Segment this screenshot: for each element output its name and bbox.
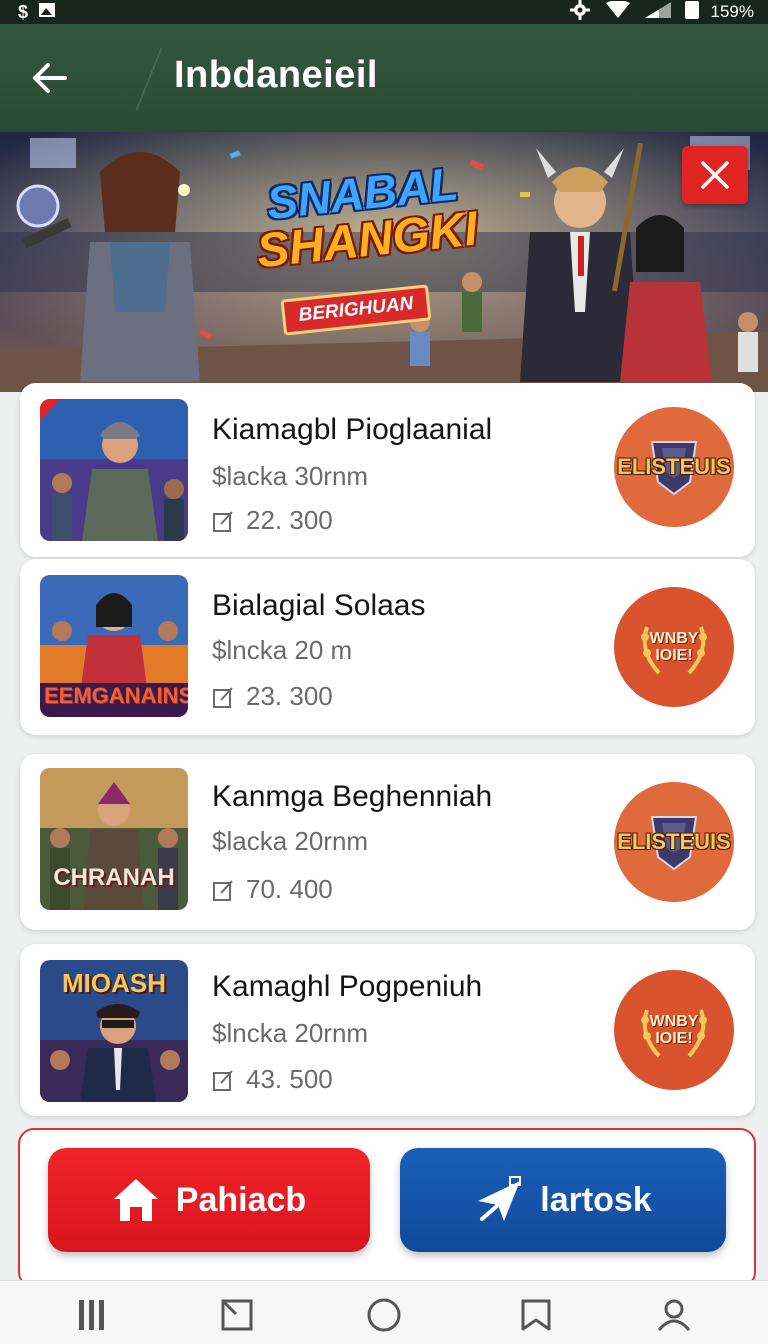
status-left: $ [18, 0, 56, 24]
bottom-nav [0, 1280, 768, 1344]
nav-profile[interactable] [652, 1293, 696, 1337]
edit-icon [213, 1069, 233, 1091]
game-card[interactable]: Kiamagbl Pioglaanial $lacka 30rnm 22. 30… [20, 383, 755, 557]
wifi-icon [605, 0, 631, 24]
game-subtitle: $lncka 20 m [212, 635, 353, 665]
home-circle-icon [367, 1298, 401, 1332]
thumb-caption: CHRANAH [53, 864, 175, 891]
status-bar: $ 159% [0, 0, 768, 24]
game-thumbnail [40, 399, 188, 541]
bookmark-icon [521, 1299, 551, 1331]
battery-text: 159% [710, 2, 754, 21]
game-subtitle: $lacka 20rnm [212, 826, 369, 856]
game-card[interactable]: MIOASH Kamaghl Pogpeniuh $lncka 20rnm 43… [20, 944, 755, 1116]
arrow-left-icon [33, 63, 67, 93]
primary-action-button[interactable]: Pahiacb [48, 1148, 370, 1252]
profile-icon [657, 1299, 691, 1331]
game-subtitle: $lacka 30rnm [212, 461, 369, 491]
close-banner-button[interactable] [682, 146, 748, 204]
menu-icon [79, 1300, 104, 1330]
secondary-action-label: lartosk [540, 1180, 652, 1219]
game-badge-text: WNBY IOIE! [649, 1013, 699, 1047]
game-count: 23. 300 [212, 681, 333, 712]
battery-icon [684, 0, 699, 24]
edit-icon [213, 510, 233, 532]
game-thumbnail: CHRANAH [40, 768, 188, 910]
game-title: Kanmga Beghenniah [212, 780, 493, 813]
game-badge: WNBY IOIE! [614, 970, 734, 1090]
square-icon [221, 1299, 253, 1331]
game-subtitle: $lncka 20rnm [212, 1018, 369, 1048]
hero-banner[interactable]: SNABAL SHANGKI BERIGHUAN [0, 132, 768, 392]
thumb-caption: MIOASH [62, 968, 166, 998]
home-icon [113, 1179, 158, 1221]
nav-home[interactable] [362, 1293, 406, 1337]
page-title: Inbdaneieil [174, 54, 378, 96]
game-count-value: 23. 300 [246, 681, 333, 711]
close-icon [701, 161, 729, 189]
primary-action-label: Pahiacb [175, 1180, 307, 1219]
status-right: 159% [567, 0, 754, 24]
settings-icon [567, 0, 593, 25]
back-button[interactable] [22, 50, 78, 106]
game-count: 70. 400 [212, 874, 333, 905]
edit-icon [213, 686, 233, 708]
game-count-value: 22. 300 [246, 505, 333, 535]
game-badge: WNBY IOIE! [614, 587, 734, 707]
game-thumbnail: EEMGANAINS [40, 575, 188, 717]
edit-icon [213, 879, 233, 901]
app-bar: Inbdaneieil [0, 24, 768, 132]
image-icon [38, 2, 56, 23]
signal-icon [643, 1, 673, 24]
game-badge: ELISTEUIS [614, 782, 734, 902]
game-title: Bialagial Solaas [212, 589, 426, 622]
game-card[interactable]: EEMGANAINS Bialagial Solaas $lncka 20 m … [20, 559, 755, 735]
game-badge-text: ELISTEUIS [617, 829, 731, 854]
game-count-value: 70. 400 [246, 874, 333, 904]
game-thumbnail: MIOASH [40, 960, 188, 1102]
game-badge-text: WNBY IOIE! [649, 630, 699, 664]
game-badge: ELISTEUIS [614, 407, 734, 527]
thumb-caption: EEMGANAINS [44, 683, 188, 708]
app-bar-divider [135, 48, 163, 110]
game-badge-text: ELISTEUIS [617, 454, 731, 479]
game-count-value: 43. 500 [246, 1064, 333, 1094]
dollar-icon: $ [18, 1, 29, 22]
game-card[interactable]: CHRANAH Kanmga Beghenniah $lacka 20rnm 7… [20, 754, 755, 930]
game-title: Kamaghl Pogpeniuh [212, 970, 483, 1003]
plane-icon [478, 1176, 522, 1221]
nav-menu[interactable] [70, 1293, 114, 1337]
secondary-action-button[interactable]: lartosk [400, 1148, 726, 1252]
game-count: 43. 500 [212, 1064, 333, 1095]
nav-bookmark[interactable] [514, 1293, 558, 1337]
game-title: Kiamagbl Pioglaanial [212, 413, 493, 446]
game-count: 22. 300 [212, 505, 333, 536]
nav-square[interactable] [215, 1293, 259, 1337]
